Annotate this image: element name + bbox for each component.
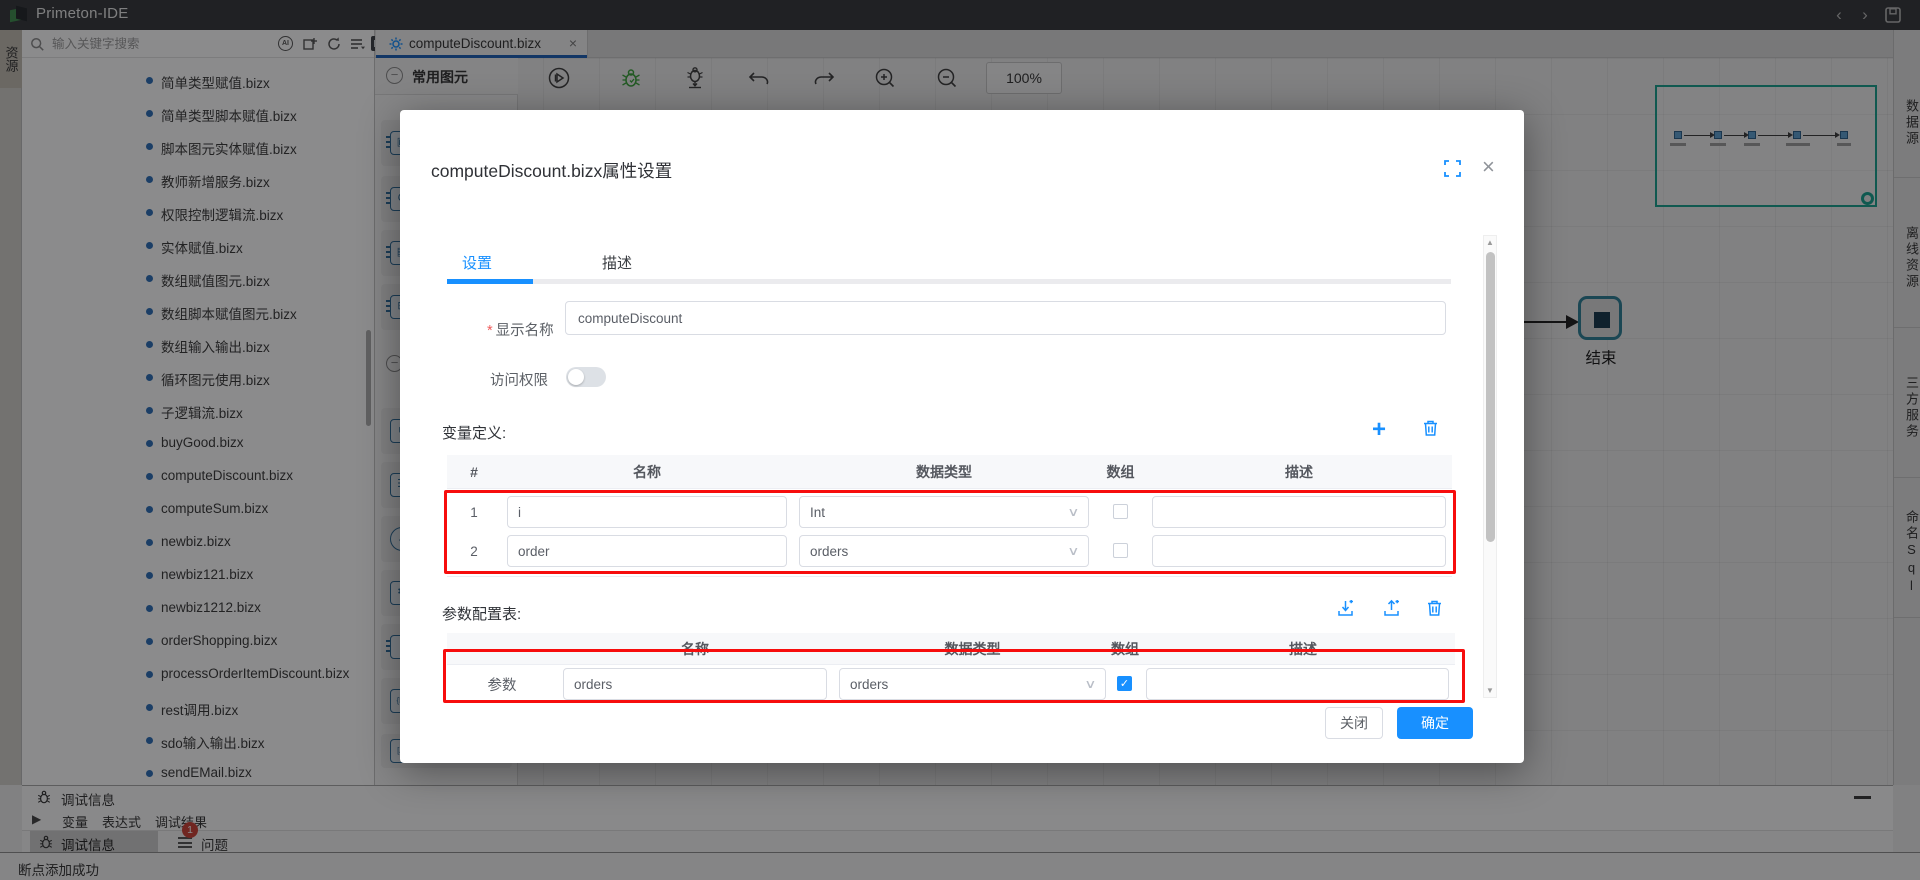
delete-params-icon[interactable] [1426,599,1443,617]
tab-description[interactable]: 描述 [602,252,632,273]
display-name-input[interactable] [565,301,1446,335]
required-mark: * [487,323,493,339]
dialog-scrollbar[interactable]: ▲ ▼ [1483,235,1497,698]
dialog-title: computeDiscount.bizx属性设置 [431,158,672,183]
scroll-down-icon[interactable]: ▼ [1486,686,1494,695]
close-icon[interactable]: × [1482,154,1495,180]
tabs-active-indicator [447,279,533,284]
params-section-label: 参数配置表: [442,603,521,624]
variables-table-header: # 名称 数据类型 数组 描述 [447,455,1452,489]
annotation-box-variables [444,490,1456,574]
ide-window: Primeton-IDE ‹ › 资源 AI [0,0,1920,880]
annotation-box-params [443,649,1465,703]
confirm-button[interactable]: 确定 [1397,707,1473,739]
tabs-track [447,279,1451,284]
delete-variable-icon[interactable] [1422,419,1439,437]
add-variable-icon[interactable]: + [1372,416,1386,444]
import-params-icon[interactable] [1336,599,1355,618]
scrollbar-thumb[interactable] [1486,252,1495,542]
fullscreen-icon[interactable] [1444,160,1461,177]
scroll-up-icon[interactable]: ▲ [1486,238,1494,247]
display-name-label: *显示名称 [487,319,554,340]
variables-section-label: 变量定义: [442,422,506,443]
export-params-icon[interactable] [1382,599,1401,618]
access-toggle[interactable] [566,367,606,387]
tab-settings[interactable]: 设置 [462,252,492,273]
close-button[interactable]: 关闭 [1325,707,1383,739]
access-label: 访问权限 [490,369,548,390]
